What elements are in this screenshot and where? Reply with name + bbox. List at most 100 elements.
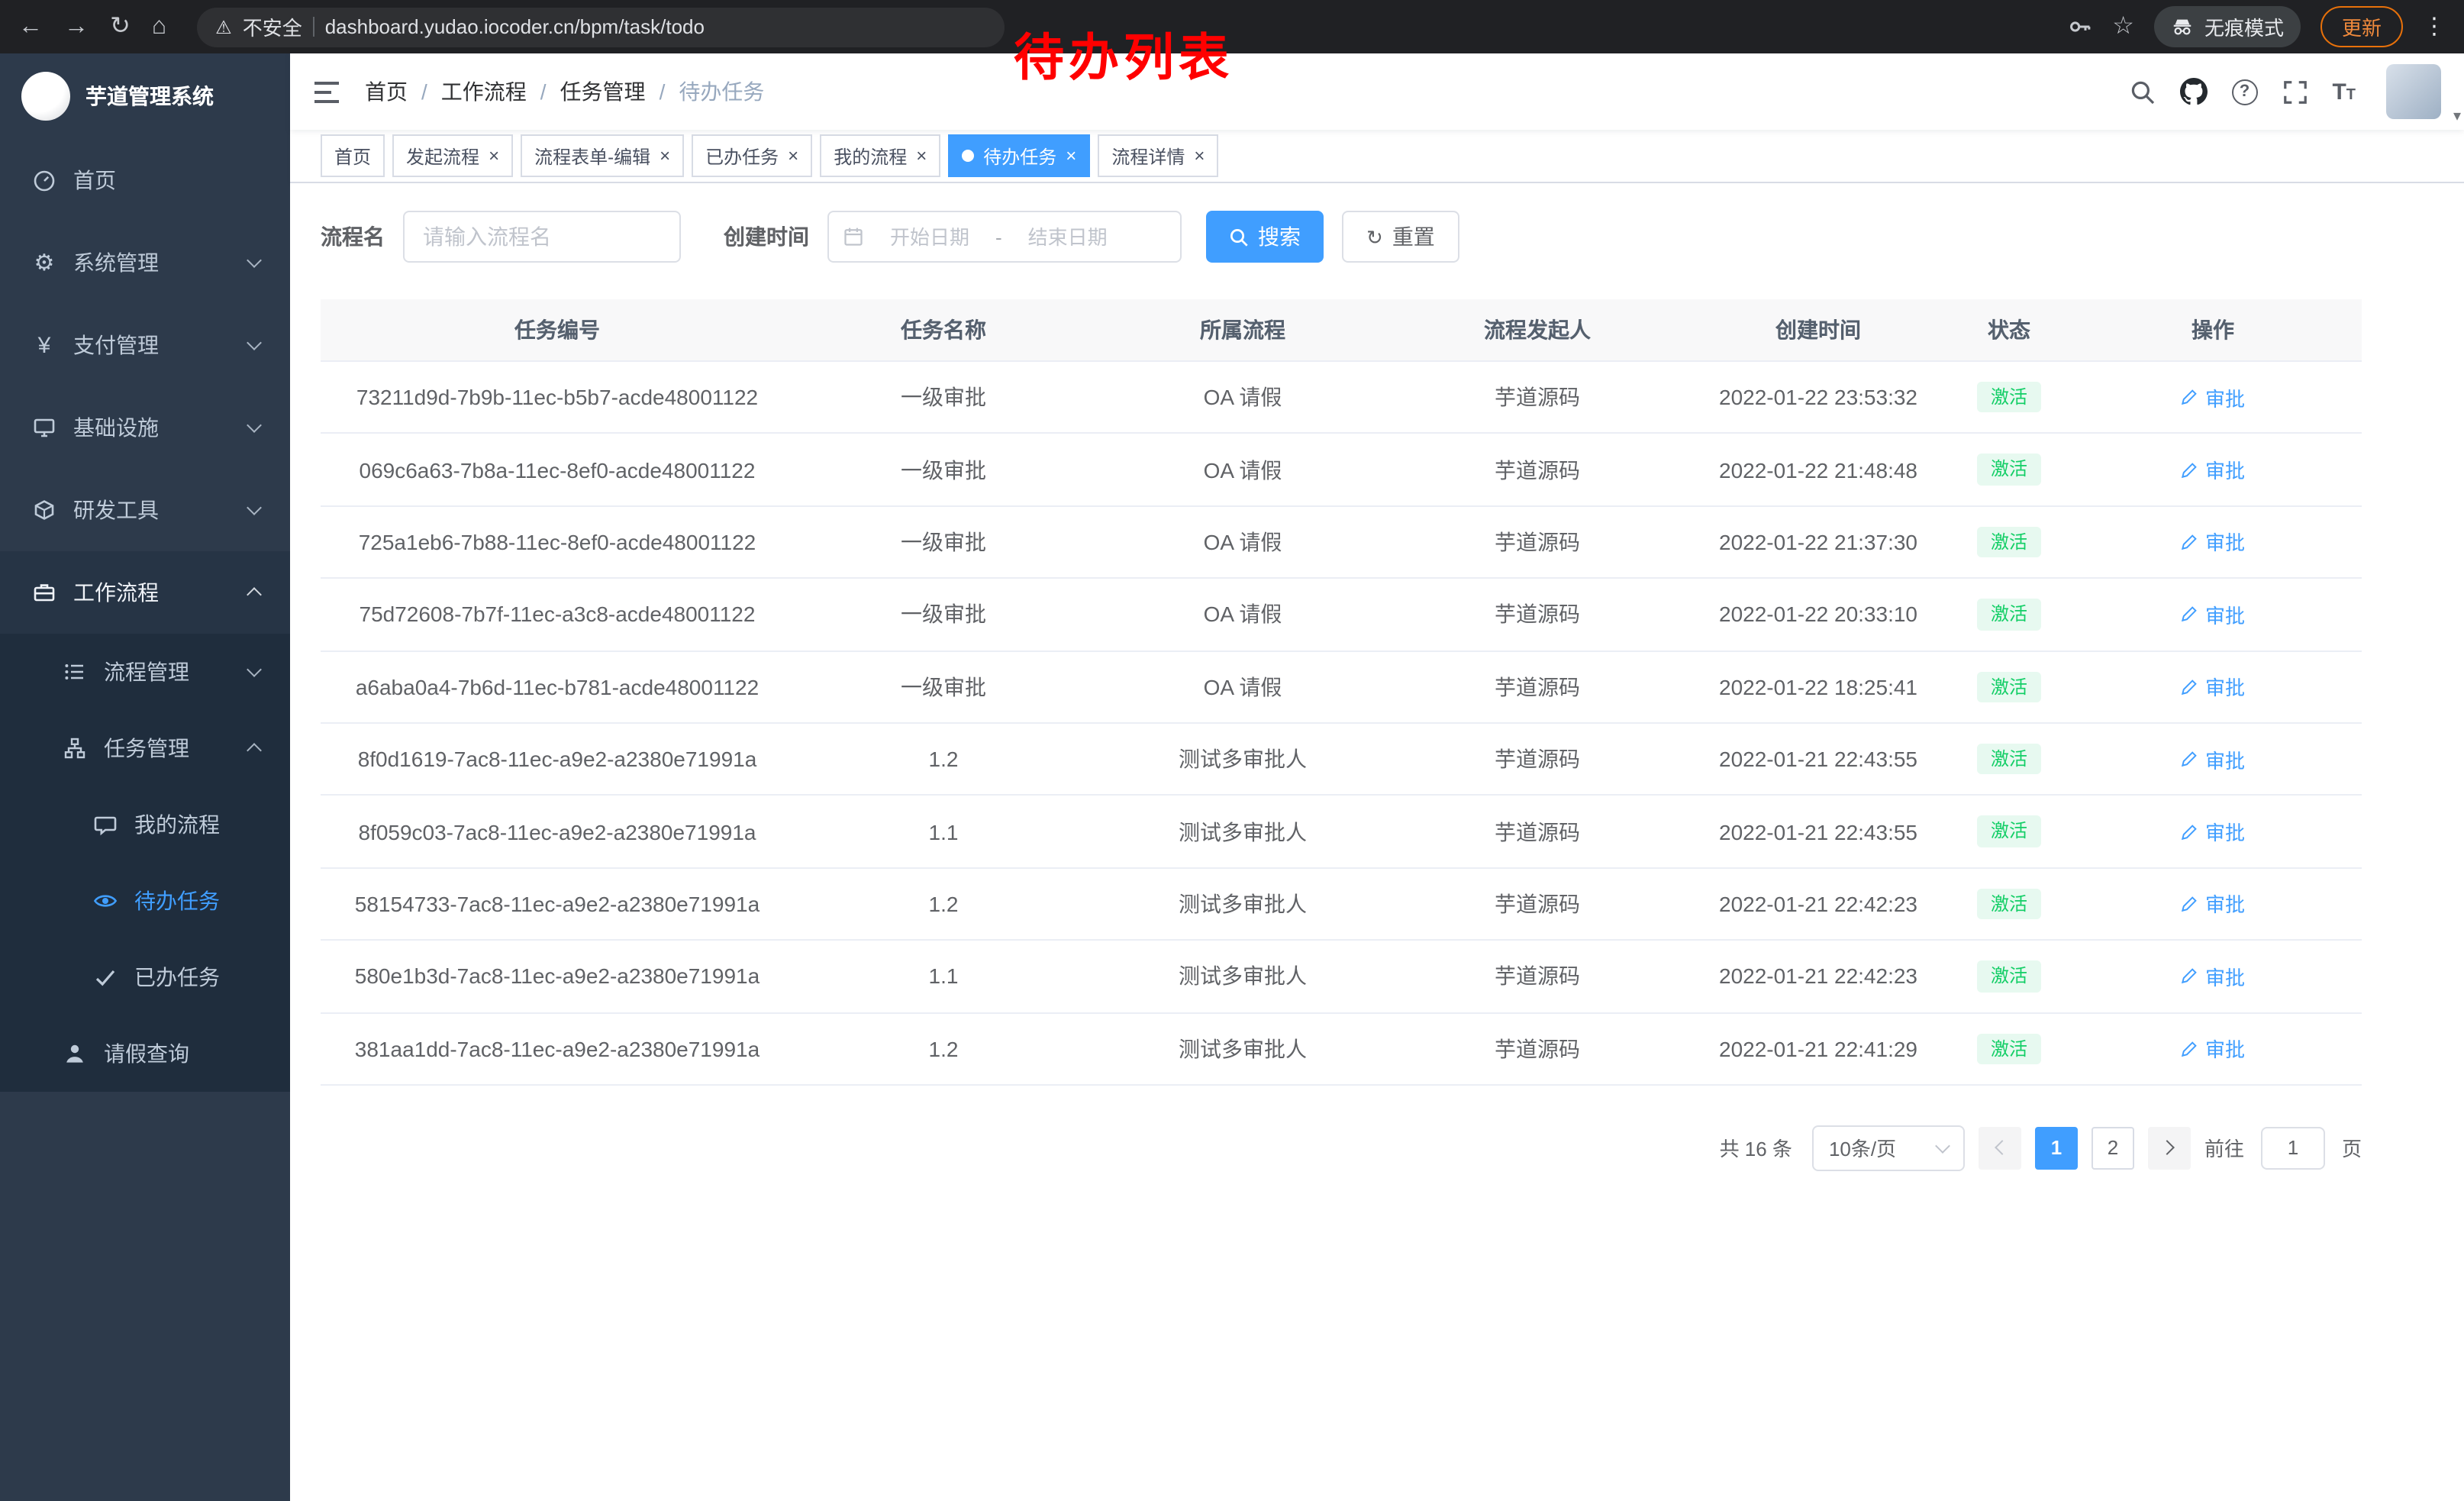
tab-my-process[interactable]: 我的流程×	[820, 134, 940, 177]
breadcrumb-item-task-mgmt[interactable]: 任务管理	[527, 76, 646, 107]
tab-todo-tasks[interactable]: 待办任务×	[948, 134, 1090, 177]
cell-status: 激活	[1954, 578, 2064, 650]
key-icon[interactable]	[2066, 14, 2092, 40]
sidebar-item-infra[interactable]: 基础设施	[0, 386, 290, 469]
search-icon[interactable]	[2129, 79, 2155, 105]
star-icon[interactable]: ☆	[2112, 15, 2134, 39]
help-icon[interactable]: ?	[2231, 79, 2257, 105]
hamburger-icon[interactable]	[313, 80, 340, 103]
home-icon[interactable]: ⌂	[152, 15, 166, 39]
cube-icon	[31, 498, 58, 522]
process-name-input[interactable]	[403, 211, 681, 263]
col-task-id: 任务编号	[321, 299, 794, 361]
tab-process-detail[interactable]: 流程详情×	[1098, 134, 1218, 177]
sidebar-item-done-tasks[interactable]: 已办任务	[0, 939, 290, 1015]
sidebar-item-workflow[interactable]: 工作流程	[0, 551, 290, 634]
back-icon[interactable]: ←	[18, 15, 43, 39]
sidebar-item-todo-tasks[interactable]: 待办任务	[0, 863, 290, 939]
cell-task-id: 8f0d1619-7ac8-11ec-a9e2-a2380e71991a	[321, 723, 794, 796]
cell-process: OA 请假	[1093, 578, 1392, 650]
end-date-input[interactable]	[1007, 224, 1129, 250]
approve-button[interactable]: 审批	[2181, 889, 2245, 918]
approve-button[interactable]: 审批	[2181, 455, 2245, 484]
sidebar: 芋道管理系统 首页 ⚙ 系统管理 ¥ 支付管理	[0, 53, 290, 1501]
close-icon[interactable]: ×	[1066, 147, 1076, 165]
refresh-icon[interactable]: ↻	[110, 15, 131, 39]
menu-dots-icon[interactable]: ⋮	[2423, 15, 2446, 38]
cell-process: OA 请假	[1093, 650, 1392, 723]
close-icon[interactable]: ×	[1194, 147, 1205, 165]
goto-page-input[interactable]	[2261, 1127, 2325, 1170]
prev-page-button[interactable]	[1979, 1127, 2021, 1170]
cell-task-id: 58154733-7ac8-11ec-a9e2-a2380e71991a	[321, 867, 794, 940]
tab-done-tasks[interactable]: 已办任务×	[692, 134, 812, 177]
page-size-select[interactable]: 10条/页	[1812, 1125, 1965, 1171]
status-badge: 激活	[1977, 527, 2041, 558]
forward-icon[interactable]: →	[64, 15, 89, 39]
status-badge: 激活	[1977, 671, 2041, 702]
sidebar-item-system[interactable]: ⚙ 系统管理	[0, 221, 290, 304]
user-icon	[61, 1041, 89, 1066]
page-button-2[interactable]: 2	[2091, 1127, 2134, 1170]
avatar[interactable]	[2386, 64, 2441, 119]
address-bar[interactable]: ⚠ 不安全 dashboard.yudao.iocoder.cn/bpm/tas…	[197, 7, 1005, 47]
cell-task-id: 725a1eb6-7b88-11ec-8ef0-acde48001122	[321, 506, 794, 579]
sidebar-item-process-mgmt[interactable]: 流程管理	[0, 634, 290, 710]
font-size-icon[interactable]: TT	[2332, 79, 2356, 105]
reset-button[interactable]: ↻ 重置	[1342, 211, 1459, 263]
close-icon[interactable]: ×	[788, 147, 798, 165]
approve-button[interactable]: 审批	[2181, 817, 2245, 846]
date-range-picker[interactable]: -	[827, 211, 1182, 263]
close-icon[interactable]: ×	[660, 147, 670, 165]
update-button[interactable]: 更新	[2320, 6, 2403, 47]
next-page-button[interactable]	[2148, 1127, 2191, 1170]
tab-form-edit[interactable]: 流程表单-编辑×	[521, 134, 684, 177]
fullscreen-icon[interactable]	[2282, 79, 2308, 105]
goto-unit: 页	[2342, 1134, 2362, 1163]
page-button-1[interactable]: 1	[2035, 1127, 2078, 1170]
table-row: 725a1eb6-7b88-11ec-8ef0-acde48001122 一级审…	[321, 506, 2362, 579]
breadcrumb-item-home[interactable]: 首页	[365, 76, 408, 107]
approve-button[interactable]: 审批	[2181, 673, 2245, 702]
close-icon[interactable]: ×	[489, 147, 499, 165]
sidebar-item-home[interactable]: 首页	[0, 139, 290, 221]
col-actions: 操作	[2064, 299, 2362, 361]
tab-start-process[interactable]: 发起流程×	[392, 134, 513, 177]
cell-task-id: 8f059c03-7ac8-11ec-a9e2-a2380e71991a	[321, 796, 794, 868]
chat-icon	[92, 812, 119, 837]
cell-initiator: 芋道源码	[1392, 867, 1682, 940]
start-date-input[interactable]	[869, 224, 991, 250]
close-icon[interactable]: ×	[916, 147, 927, 165]
sidebar-item-task-mgmt[interactable]: 任务管理	[0, 710, 290, 786]
cell-initiator: 芋道源码	[1392, 796, 1682, 868]
sidebar-item-leave-query[interactable]: 请假查询	[0, 1015, 290, 1092]
breadcrumb-item-workflow[interactable]: 工作流程	[408, 76, 527, 107]
cell-task-id: a6aba0a4-7b6d-11ec-b781-acde48001122	[321, 650, 794, 723]
cell-process: OA 请假	[1093, 361, 1392, 434]
sidebar-item-payment[interactable]: ¥ 支付管理	[0, 304, 290, 386]
sidebar-item-label: 请假查询	[104, 1038, 189, 1069]
sidebar-item-my-process[interactable]: 我的流程	[0, 786, 290, 863]
cell-created: 2022-01-21 22:41:29	[1682, 1012, 1954, 1085]
approve-button[interactable]: 审批	[2181, 962, 2245, 991]
cell-task-name: 1.2	[794, 867, 1093, 940]
approve-button[interactable]: 审批	[2181, 528, 2245, 557]
sidebar-item-devtools[interactable]: 研发工具	[0, 469, 290, 551]
approve-button[interactable]: 审批	[2181, 600, 2245, 629]
app-logo[interactable]: 芋道管理系统	[0, 53, 290, 139]
chevron-down-icon	[1935, 1138, 1950, 1154]
caret-down-icon[interactable]: ▾	[2453, 108, 2461, 125]
approve-button[interactable]: 审批	[2181, 1034, 2245, 1063]
approve-button[interactable]: 审批	[2181, 383, 2245, 412]
search-button[interactable]: 搜索	[1206, 211, 1324, 263]
tabs-bar: 首页 发起流程× 流程表单-编辑× 已办任务× 我的流程× 待办任务× 流程详情…	[290, 130, 2464, 183]
navbar-actions: ? TT ▾	[2129, 64, 2441, 119]
tab-home[interactable]: 首页	[321, 134, 385, 177]
approve-button[interactable]: 审批	[2181, 744, 2245, 773]
table-row: 069c6a63-7b8a-11ec-8ef0-acde48001122 一级审…	[321, 434, 2362, 506]
table-row: a6aba0a4-7b6d-11ec-b781-acde48001122 一级审…	[321, 650, 2362, 723]
cell-initiator: 芋道源码	[1392, 506, 1682, 579]
cell-action: 审批	[2064, 361, 2362, 434]
github-icon[interactable]	[2179, 78, 2207, 105]
sidebar-item-label: 基础设施	[73, 412, 159, 443]
